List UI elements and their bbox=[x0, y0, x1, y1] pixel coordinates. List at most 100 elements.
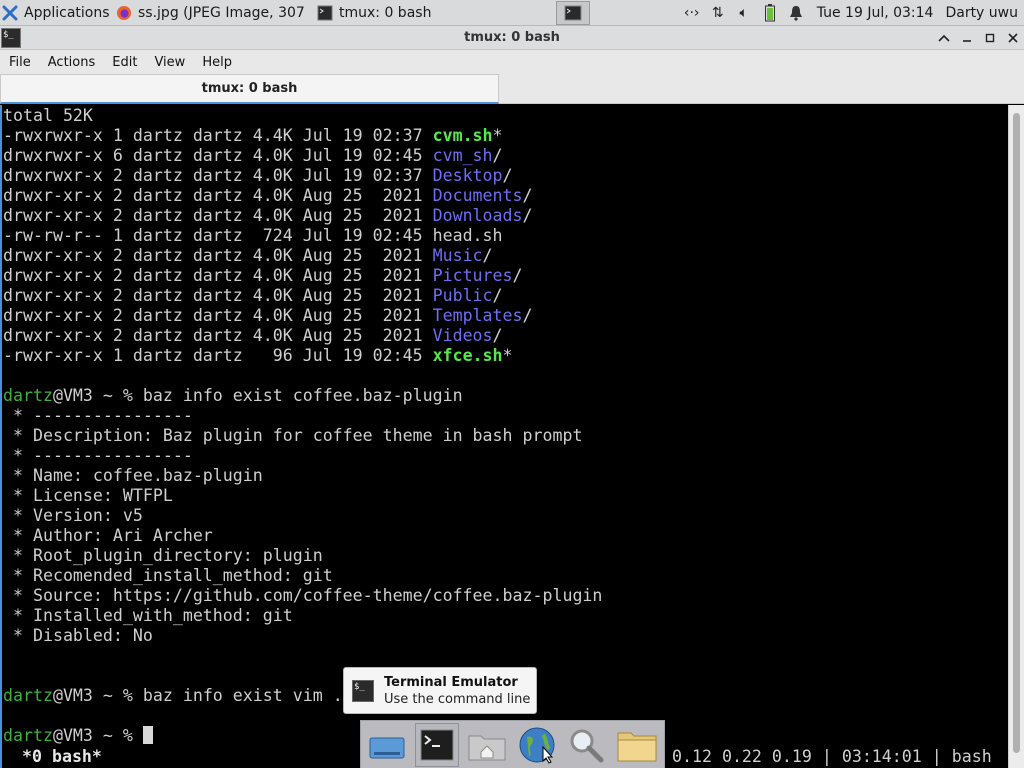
ls-row-suffix: / bbox=[512, 266, 523, 285]
ls-row-meta: drwxr-xr-x 2 dartz dartz 4.0K Aug 25 202… bbox=[3, 286, 433, 305]
ls-row-suffix: / bbox=[492, 286, 503, 305]
ls-row-suffix: / bbox=[492, 146, 503, 165]
ls-row-filename: cvm_sh bbox=[432, 146, 493, 165]
taskbar-item-terminal[interactable]: tmux: 0 bash bbox=[311, 0, 511, 26]
applications-menu[interactable]: Applications ☰ bbox=[0, 0, 110, 26]
ls-row: drwxr-xr-x 2 dartz dartz 4.0K Aug 25 202… bbox=[3, 186, 602, 206]
ls-row: -rwxrwxr-x 1 dartz dartz 4.4K Jul 19 02:… bbox=[3, 126, 602, 146]
battery-icon[interactable] bbox=[757, 0, 783, 26]
ls-row: drwxr-xr-x 2 dartz dartz 4.0K Aug 25 202… bbox=[3, 266, 602, 286]
xfce-logo-icon bbox=[2, 5, 18, 21]
terminal-lines: total 52K -rwxrwxr-x 1 dartz dartz 4.4K … bbox=[3, 106, 602, 746]
dock-files[interactable] bbox=[615, 723, 659, 767]
ls-row-filename: Templates bbox=[432, 306, 523, 325]
prompt-host: @VM3 ~ % bbox=[52, 386, 143, 405]
ls-row-filename: Desktop bbox=[432, 166, 503, 185]
taskbar-item-label: tmux: 0 bash bbox=[339, 4, 432, 21]
prompt-line-1: dartz@VM3 ~ % baz info exist coffee.baz-… bbox=[3, 386, 602, 406]
ls-row-filename: Documents bbox=[432, 186, 523, 205]
ls-row: drwxrwxr-x 6 dartz dartz 4.0K Jul 19 02:… bbox=[3, 146, 602, 166]
dock-web-browser[interactable] bbox=[515, 723, 559, 767]
ls-row-suffix: * bbox=[502, 346, 513, 365]
prompt-user: dartz bbox=[3, 726, 53, 745]
close-icon[interactable] bbox=[1001, 27, 1024, 49]
ls-row-suffix: / bbox=[522, 186, 533, 205]
ls-row-filename: Public bbox=[432, 286, 493, 305]
plugin-info-line: * Author: Ari Archer bbox=[3, 526, 213, 545]
plugin-info-line: * ---------------- bbox=[3, 446, 193, 465]
dock-show-desktop[interactable] bbox=[365, 723, 409, 767]
menu-bar: File Actions Edit View Help bbox=[0, 50, 1024, 74]
plugin-info-line: * Source: https://github.com/coffee-them… bbox=[3, 586, 603, 605]
plugin-info-line: * License: WTFPL bbox=[3, 486, 173, 505]
tab-tmux-bash[interactable]: tmux: 0 bash bbox=[0, 74, 499, 104]
taskbar-item-firefox[interactable]: ss.jpg (JPEG Image, 307... bbox=[110, 0, 305, 26]
scrollbar-thumb[interactable] bbox=[1013, 113, 1020, 753]
ls-row-meta: drwxr-xr-x 2 dartz dartz 4.0K Aug 25 202… bbox=[3, 326, 433, 345]
ls-row: drwxr-xr-x 2 dartz dartz 4.0K Aug 25 202… bbox=[3, 326, 602, 346]
ls-row-filename: xfce.sh bbox=[432, 346, 503, 365]
user-menu[interactable]: Darty uwu bbox=[941, 5, 1024, 21]
plugin-info-block: * ---------------- * Description: Baz pl… bbox=[3, 406, 602, 646]
clock[interactable]: Tue 19 Jul, 03:14 bbox=[809, 5, 942, 21]
code-brackets-icon[interactable]: ‹·› bbox=[679, 0, 705, 26]
menu-help[interactable]: Help bbox=[193, 50, 240, 74]
dock-search[interactable] bbox=[565, 723, 609, 767]
menu-file[interactable]: File bbox=[0, 50, 39, 74]
tooltip-title: Terminal Emulator bbox=[384, 674, 518, 690]
terminal-icon[interactable]: $_ bbox=[1, 27, 21, 48]
terminal-icon bbox=[420, 729, 454, 760]
prompt-host: @VM3 ~ % bbox=[52, 686, 143, 705]
tooltip-subtitle: Use the command line bbox=[384, 691, 531, 707]
ls-row-meta: drwxr-xr-x 2 dartz dartz 4.0K Aug 25 202… bbox=[3, 186, 433, 205]
ls-row: drwxr-xr-x 2 dartz dartz 4.0K Aug 25 202… bbox=[3, 206, 602, 226]
home-folder-icon bbox=[468, 735, 506, 760]
system-tray: ‹·› ⇅ 🔈︎ Tue 19 Jul, 03:14 Darty uwu bbox=[679, 0, 1024, 26]
ls-row: drwxr-xr-x 2 dartz dartz 4.0K Aug 25 202… bbox=[3, 246, 602, 266]
plugin-info-line: * Recomended_install_method: git bbox=[3, 566, 333, 585]
ls-row-suffix: / bbox=[522, 306, 533, 325]
firefox-icon bbox=[116, 5, 132, 21]
plugin-info-line: * ---------------- bbox=[3, 406, 193, 425]
ls-row-meta: drwxr-xr-x 2 dartz dartz 4.0K Aug 25 202… bbox=[3, 246, 433, 265]
workspace-switcher[interactable] bbox=[556, 0, 590, 25]
ls-row-meta: -rwxr-xr-x 1 dartz dartz 96 Jul 19 02:45 bbox=[3, 346, 433, 365]
plugin-info-line: * Disabled: No bbox=[3, 626, 153, 645]
tab-bar: tmux: 0 bash bbox=[0, 74, 1024, 104]
ls-row-meta: drwxrwxr-x 6 dartz dartz 4.0K Jul 19 02:… bbox=[3, 146, 433, 165]
maximize-icon[interactable] bbox=[978, 27, 1001, 49]
ls-row-suffix: / bbox=[502, 166, 513, 185]
web-browser-icon bbox=[519, 727, 555, 764]
minimize-icon[interactable] bbox=[955, 27, 978, 49]
menu-edit[interactable]: Edit bbox=[103, 50, 145, 74]
taskbar-item-label: ss.jpg (JPEG Image, 307... bbox=[138, 4, 305, 21]
applications-label: Applications bbox=[24, 4, 110, 21]
dock-tooltip: $_ Terminal Emulator Use the command lin… bbox=[343, 667, 537, 714]
menu-view[interactable]: View bbox=[145, 50, 193, 74]
ls-row: drwxrwxr-x 2 dartz dartz 4.0K Jul 19 02:… bbox=[3, 166, 602, 186]
top-panel: Applications ☰ ss.jpg (JPEG Image, 307..… bbox=[0, 0, 1024, 26]
network-arrows-icon[interactable]: ⇅ bbox=[705, 0, 731, 26]
window-controls bbox=[932, 27, 1024, 49]
dock-terminal[interactable] bbox=[415, 722, 459, 767]
ls-listing: -rwxrwxr-x 1 dartz dartz 4.4K Jul 19 02:… bbox=[3, 126, 602, 366]
drive-icon bbox=[369, 737, 405, 758]
terminal-scrollbar[interactable] bbox=[1008, 105, 1024, 768]
ls-row-filename: Downloads bbox=[432, 206, 523, 225]
dock bbox=[360, 720, 665, 768]
ls-row: drwxr-xr-x 2 dartz dartz 4.0K Aug 25 202… bbox=[3, 306, 602, 326]
volume-icon[interactable]: 🔈︎ bbox=[731, 0, 757, 26]
terminal-icon bbox=[564, 5, 582, 20]
folder-icon bbox=[617, 732, 657, 761]
terminal-icon bbox=[317, 5, 333, 21]
chevron-up-icon[interactable] bbox=[932, 27, 955, 49]
notification-bell-icon[interactable] bbox=[783, 0, 809, 26]
dock-home-folder[interactable] bbox=[465, 723, 509, 767]
window-titlebar: $_ tmux: 0 bash bbox=[0, 26, 1024, 50]
menu-actions[interactable]: Actions bbox=[39, 50, 104, 74]
ls-row: -rw-rw-r-- 1 dartz dartz 724 Jul 19 02:4… bbox=[3, 226, 602, 246]
terminal-icon: $_ bbox=[352, 679, 374, 702]
tmux-status-window: *0 bash* bbox=[12, 747, 102, 766]
